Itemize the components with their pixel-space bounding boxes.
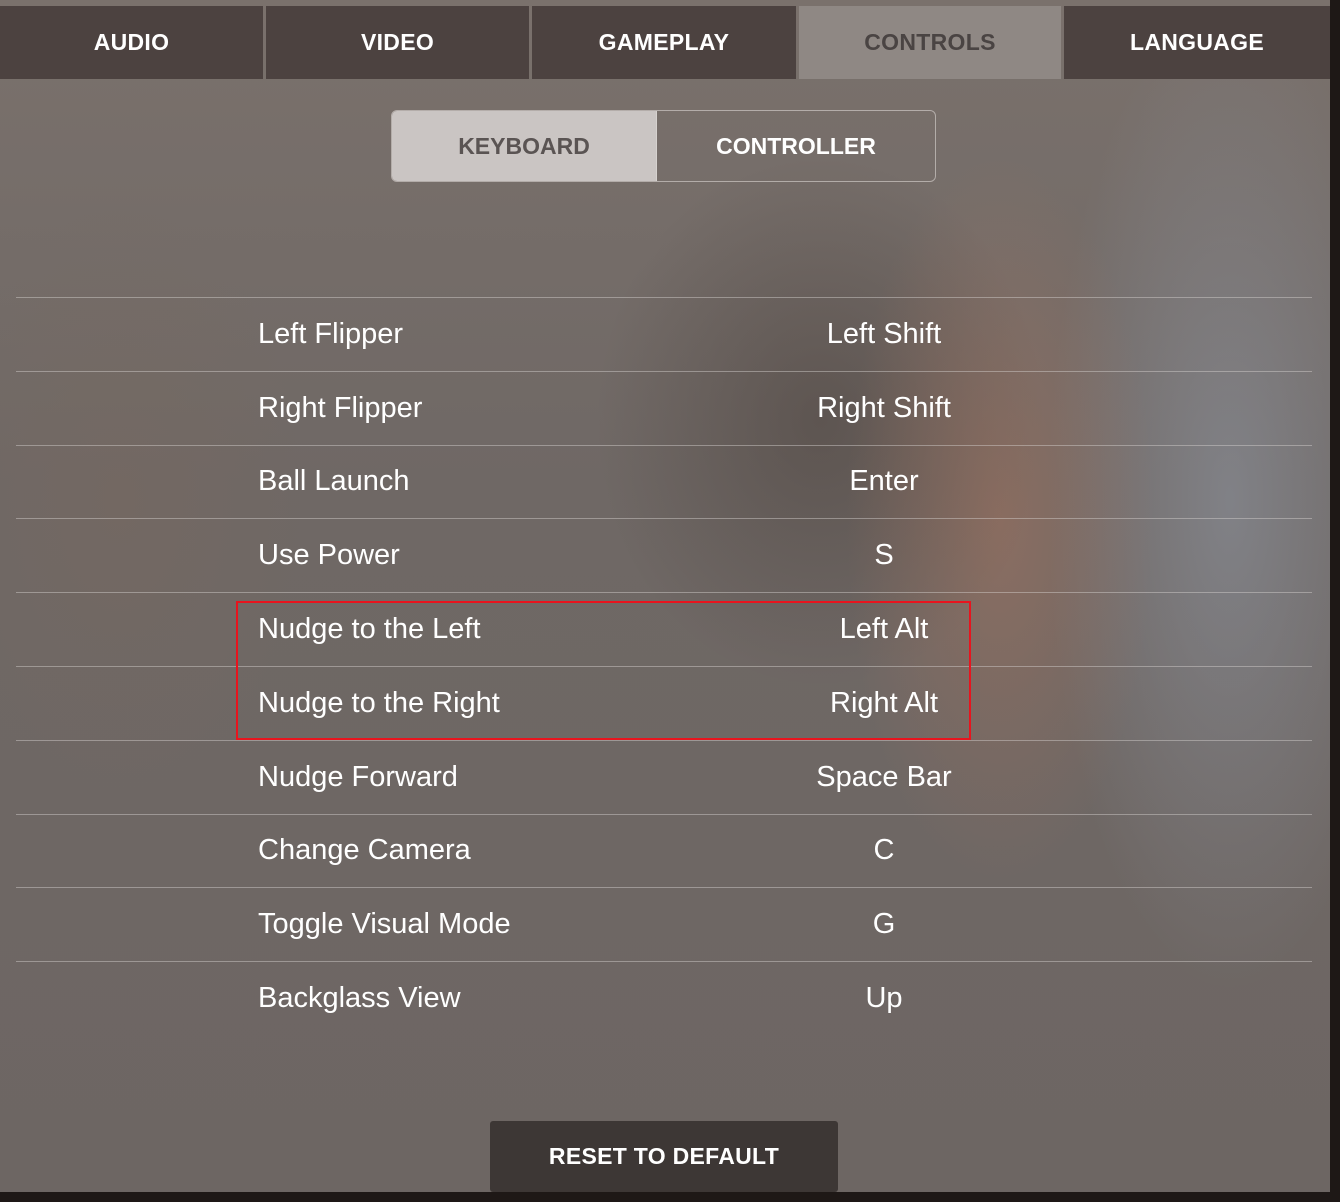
keybinding-list: Left Flipper Left Shift Right Flipper Ri… <box>16 297 1312 1035</box>
subtab-controller[interactable]: CONTROLLER <box>657 111 935 181</box>
keybinding-row[interactable]: Nudge to the Right Right Alt <box>16 665 1312 740</box>
keybinding-row[interactable]: Change Camera C <box>16 813 1312 888</box>
key-binding[interactable]: G <box>786 888 982 961</box>
key-binding[interactable]: Space Bar <box>786 741 982 814</box>
keybinding-row[interactable]: Ball Launch Enter <box>16 444 1312 519</box>
settings-tab-bar: AUDIO VIDEO GAMEPLAY CONTROLS LANGUAGE <box>0 0 1330 80</box>
tab-audio[interactable]: AUDIO <box>0 6 263 79</box>
keybinding-row[interactable]: Nudge Forward Space Bar <box>16 739 1312 814</box>
action-label: Change Camera <box>258 834 471 867</box>
key-binding[interactable]: Up <box>786 962 982 1035</box>
keybinding-row[interactable]: Backglass View Up <box>16 961 1312 1035</box>
action-label: Left Flipper <box>258 317 404 350</box>
keybinding-row[interactable]: Right Flipper Right Shift <box>16 370 1312 445</box>
action-label: Right Flipper <box>258 391 423 424</box>
action-label: Ball Launch <box>258 465 410 498</box>
key-binding[interactable]: Left Shift <box>786 298 982 371</box>
subtab-keyboard[interactable]: KEYBOARD <box>392 111 657 181</box>
keybinding-row[interactable]: Left Flipper Left Shift <box>16 297 1312 371</box>
key-binding[interactable]: Left Alt <box>786 593 982 666</box>
action-label: Toggle Visual Mode <box>258 908 511 941</box>
tab-gameplay[interactable]: GAMEPLAY <box>532 6 796 79</box>
input-device-toggle: KEYBOARD CONTROLLER <box>391 110 936 182</box>
key-binding[interactable]: S <box>786 519 982 592</box>
tab-video[interactable]: VIDEO <box>266 6 529 79</box>
action-label: Nudge Forward <box>258 760 458 793</box>
keybinding-row[interactable]: Nudge to the Left Left Alt <box>16 592 1312 666</box>
key-binding[interactable]: Enter <box>786 446 982 519</box>
tab-controls[interactable]: CONTROLS <box>799 6 1061 79</box>
keybinding-row[interactable]: Toggle Visual Mode G <box>16 887 1312 961</box>
tab-language[interactable]: LANGUAGE <box>1064 6 1330 79</box>
key-binding[interactable]: C <box>786 815 982 888</box>
keybinding-row[interactable]: Use Power S <box>16 518 1312 592</box>
window-edge <box>0 1192 1340 1202</box>
key-binding[interactable]: Right Alt <box>786 667 982 740</box>
action-label: Nudge to the Left <box>258 613 481 646</box>
key-binding[interactable]: Right Shift <box>786 372 982 445</box>
action-label: Backglass View <box>258 982 461 1015</box>
reset-to-default-button[interactable]: RESET TO DEFAULT <box>490 1121 838 1192</box>
action-label: Nudge to the Right <box>258 686 500 719</box>
action-label: Use Power <box>258 539 400 572</box>
